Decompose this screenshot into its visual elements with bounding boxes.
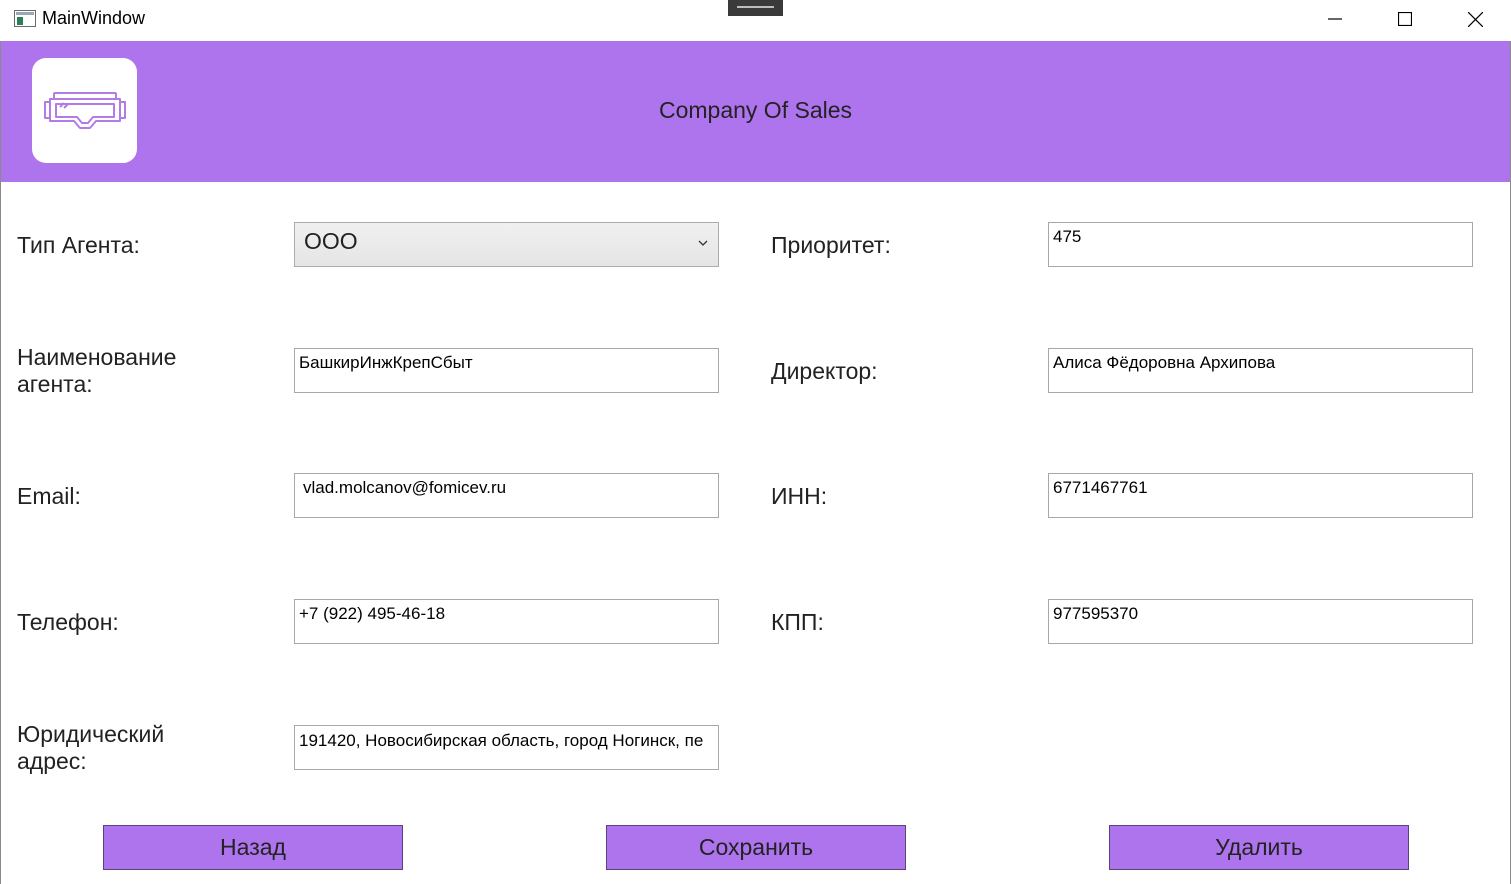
minimize-icon bbox=[1328, 18, 1342, 20]
minimize-button[interactable] bbox=[1300, 0, 1370, 38]
inn-label: ИНН: bbox=[771, 483, 828, 509]
close-button[interactable] bbox=[1440, 0, 1510, 38]
save-button[interactable]: Сохранить bbox=[606, 825, 906, 870]
close-icon bbox=[1467, 11, 1483, 27]
snap-layout-handle[interactable] bbox=[728, 0, 783, 16]
kpp-input[interactable]: 977595370 bbox=[1048, 599, 1473, 644]
back-button[interactable]: Назад bbox=[103, 825, 403, 870]
priority-label: Приоритет: bbox=[771, 232, 891, 258]
company-title: Company Of Sales bbox=[658, 97, 853, 123]
inn-input[interactable]: 6771467761 bbox=[1048, 473, 1473, 518]
director-input[interactable]: Алиса Фёдоровна Архипова bbox=[1048, 348, 1473, 393]
kpp-label: КПП: bbox=[771, 609, 824, 635]
window-title: MainWindow bbox=[42, 8, 146, 28]
agent-type-label: Тип Агента: bbox=[17, 232, 140, 258]
agent-type-select[interactable]: ООО bbox=[294, 222, 719, 267]
delete-button[interactable]: Удалить bbox=[1109, 825, 1409, 870]
header-banner: Company Of Sales bbox=[1, 41, 1510, 182]
chevron-down-icon bbox=[698, 240, 708, 246]
phone-label: Телефон: bbox=[17, 609, 119, 635]
agent-type-value: ООО bbox=[304, 228, 358, 254]
phone-input[interactable]: +7 (922) 495-46-18 bbox=[294, 599, 719, 644]
agent-name-input[interactable]: БашкирИнжКрепСбыт bbox=[294, 348, 719, 393]
agent-name-label: Наименование агента: bbox=[17, 344, 177, 397]
legal-address-input[interactable]: 191420, Новосибирская область, город Ног… bbox=[294, 725, 719, 770]
priority-input[interactable]: 475 bbox=[1048, 222, 1473, 267]
app-icon bbox=[14, 10, 36, 27]
director-label: Директор: bbox=[771, 358, 878, 384]
email-label: Email: bbox=[17, 483, 81, 509]
legal-address-label: Юридический адрес: bbox=[17, 721, 165, 774]
email-input[interactable]: vlad.molcanov@fomicev.ru bbox=[294, 473, 719, 518]
title-bar: MainWindow bbox=[0, 0, 1511, 41]
maximize-icon bbox=[1398, 12, 1412, 26]
maximize-button[interactable] bbox=[1370, 0, 1440, 38]
